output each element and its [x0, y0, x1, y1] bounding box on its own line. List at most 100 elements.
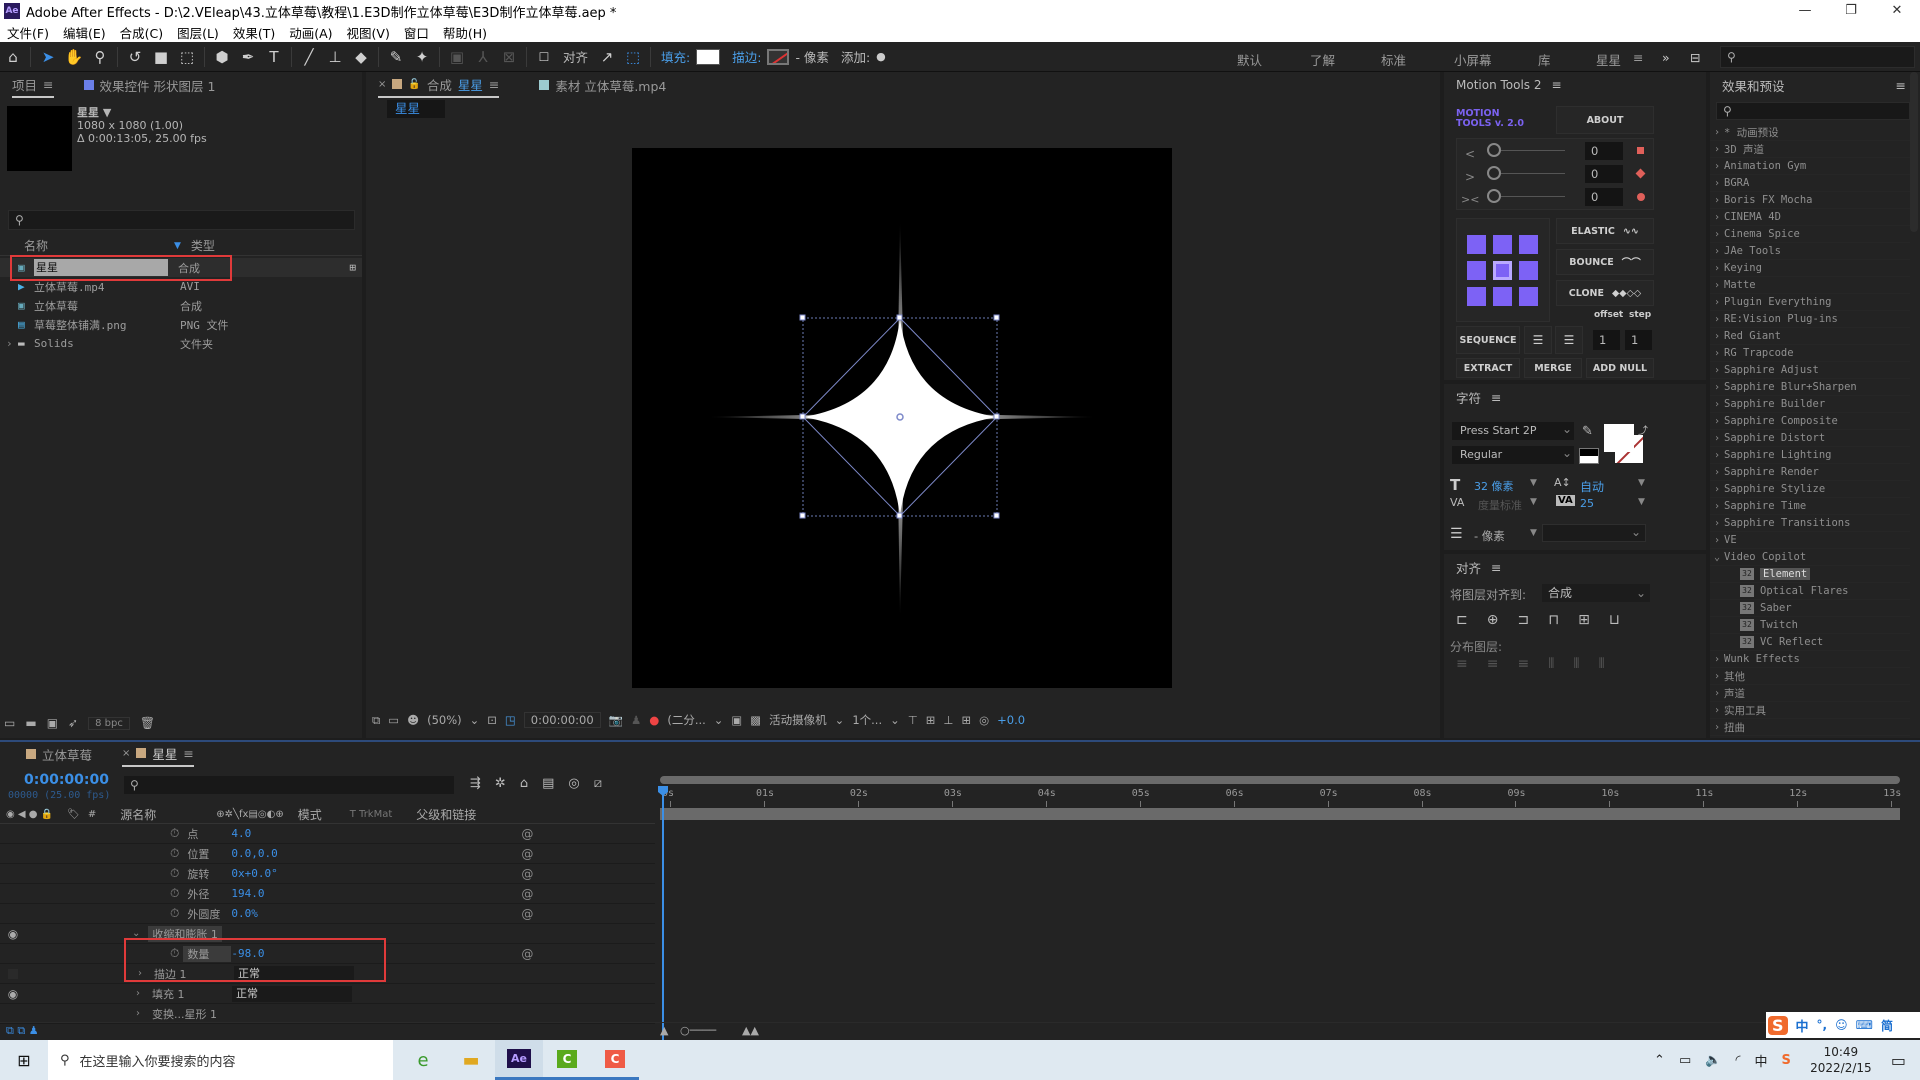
- project-item[interactable]: ▣ 星星 合成 ⊞: [0, 255, 362, 281]
- sequence-button[interactable]: SEQUENCE: [1456, 326, 1520, 354]
- rotate-tool-icon[interactable]: ↺: [122, 45, 148, 69]
- file-explorer-icon[interactable]: ▬: [447, 1050, 495, 1071]
- ime-punctuation[interactable]: °,: [1817, 1018, 1828, 1032]
- stroke-width[interactable]: - 像素: [795, 47, 828, 66]
- anchor-center[interactable]: [1493, 261, 1512, 280]
- toggle-pixel-aspect-icon[interactable]: ⊤: [908, 713, 918, 727]
- render-queue-icon[interactable]: ➶: [68, 716, 78, 730]
- expand-chevron-icon[interactable]: ›: [1710, 280, 1724, 291]
- workspace-library[interactable]: 库: [1538, 50, 1551, 69]
- restore-button[interactable]: ❐: [1828, 0, 1874, 22]
- network-icon[interactable]: ◜: [1735, 1053, 1740, 1068]
- black-white-swatch[interactable]: [1579, 448, 1599, 464]
- expand-chevron-icon[interactable]: ›: [1710, 671, 1724, 682]
- comp-breadcrumb[interactable]: 星星: [387, 100, 445, 118]
- timeline-search-input[interactable]: ⚲: [124, 776, 454, 794]
- column-header-name[interactable]: 名称: [24, 237, 174, 254]
- project-item[interactable]: ▣ 立体草莓 合成: [0, 296, 362, 315]
- region-of-interest-icon[interactable]: ◳: [505, 713, 516, 727]
- effect-category[interactable]: › 3D 声道: [1710, 141, 1910, 158]
- menu-effect[interactable]: 效果(T): [226, 23, 282, 42]
- distribute-bottom-icon[interactable]: ≡: [1517, 656, 1529, 672]
- chevron-down-icon[interactable]: ▼: [1638, 478, 1645, 488]
- show-hidden-icons-icon[interactable]: ⌃: [1654, 1053, 1665, 1068]
- expand-chevron-icon[interactable]: ›: [1710, 263, 1724, 274]
- help-search-input[interactable]: ⚲: [1720, 46, 1915, 68]
- panel-menu-icon[interactable]: ≡: [1491, 560, 1501, 575]
- slider-handle[interactable]: [1487, 189, 1501, 203]
- chevron-down-icon[interactable]: ⌄: [835, 713, 845, 727]
- effect-category[interactable]: › * 动画预设: [1710, 124, 1910, 141]
- effect-category[interactable]: ⌄ Video Copilot: [1710, 549, 1910, 566]
- channel-icon[interactable]: ●: [649, 713, 659, 727]
- font-style-select[interactable]: Regular: [1452, 446, 1574, 464]
- effect-category[interactable]: › RG Trapcode: [1710, 345, 1910, 362]
- fast-preview-icon[interactable]: ▣: [731, 713, 742, 727]
- project-item[interactable]: ▤ 草莓整体铺满.png PNG 文件: [0, 315, 362, 334]
- effect-category[interactable]: › 声道: [1710, 685, 1910, 702]
- anchor-bottom-left[interactable]: [1467, 287, 1486, 306]
- exposure-reset-icon[interactable]: ◎: [979, 713, 989, 727]
- distribute-hcenter-icon[interactable]: ⦀: [1573, 656, 1579, 672]
- offset-input[interactable]: 1: [1593, 330, 1620, 350]
- chevron-down-icon[interactable]: ▼: [1530, 478, 1537, 488]
- font-family-select[interactable]: Press Start 2P: [1452, 422, 1574, 440]
- effect-category[interactable]: › VE: [1710, 532, 1910, 549]
- expand-chevron-icon[interactable]: ›: [1710, 484, 1724, 495]
- tab-timeline-comp-active[interactable]: × 星星 ≡: [122, 741, 194, 767]
- expand-chevron-icon[interactable]: ›: [1710, 365, 1724, 376]
- minimize-button[interactable]: —: [1782, 0, 1828, 22]
- comp-flowchart-icon[interactable]: ⊞: [961, 713, 971, 727]
- workspace-small-screen[interactable]: 小屏幕: [1454, 50, 1492, 69]
- expand-chevron-icon[interactable]: ›: [1710, 178, 1724, 189]
- fast-previews-icon[interactable]: ⊞: [926, 713, 936, 727]
- clone-button[interactable]: CLONE ◆◆◇◇: [1556, 280, 1654, 306]
- property-row[interactable]: ⏱ 旋转 0x+0.0° @: [0, 864, 655, 884]
- group-row[interactable]: › 变换...星形 1: [0, 1004, 655, 1024]
- fill-color-swatch[interactable]: [1604, 424, 1634, 452]
- effect-item[interactable]: 32 Optical Flares: [1710, 583, 1910, 600]
- tab-footage[interactable]: 素材 立体草莓.mp4: [539, 72, 666, 98]
- align-top-icon[interactable]: ⊓: [1548, 612, 1559, 628]
- graph-editor-icon[interactable]: ⧄: [594, 776, 602, 791]
- volume-icon[interactable]: 🔈: [1705, 1053, 1721, 1068]
- ime-keyboard-icon[interactable]: ⌨: [1856, 1018, 1873, 1032]
- bit-depth-button[interactable]: 8 bpc: [88, 716, 130, 730]
- notification-center-icon[interactable]: ▭: [1891, 1051, 1906, 1070]
- expand-chevron-icon[interactable]: ›: [1710, 467, 1724, 478]
- panel-menu-icon[interactable]: ≡: [1552, 78, 1562, 92]
- ime-simplified[interactable]: 简: [1881, 1017, 1893, 1034]
- pick-whip-icon[interactable]: @: [521, 947, 533, 961]
- stopwatch-icon[interactable]: ⏱: [170, 846, 179, 861]
- layer-duration-bar[interactable]: [660, 808, 1900, 820]
- blend-mode-select[interactable]: 正常: [232, 985, 352, 1002]
- trash-icon[interactable]: 🗑: [140, 716, 155, 730]
- comp-mini-flowchart-icon[interactable]: ⇶: [470, 776, 481, 791]
- sequence-reverse-icon[interactable]: ☰: [1555, 326, 1583, 354]
- align-to-select[interactable]: 合成 ⌄: [1542, 584, 1650, 602]
- stroke-style-select[interactable]: ⌄: [1542, 524, 1646, 542]
- merge-button[interactable]: MERGE: [1524, 358, 1582, 378]
- property-row[interactable]: ⏱ 外径 194.0 @: [0, 884, 655, 904]
- draft-3d-icon[interactable]: ✲: [495, 776, 506, 791]
- interpret-footage-icon[interactable]: ▭: [4, 716, 15, 730]
- expand-chevron-icon[interactable]: ›: [1710, 331, 1724, 342]
- font-size-value[interactable]: 32 像素: [1474, 478, 1514, 494]
- swap-colors-icon[interactable]: ⤴: [1638, 422, 1648, 437]
- project-search-input[interactable]: ⚲: [8, 210, 355, 230]
- expand-chevron-icon[interactable]: ›: [1710, 416, 1724, 427]
- effects-scrollbar[interactable]: [1910, 72, 1918, 232]
- workspace-default[interactable]: 默认: [1237, 50, 1262, 69]
- menu-animation[interactable]: 动画(A): [282, 23, 339, 42]
- chevron-down-icon[interactable]: ▼: [1638, 497, 1645, 507]
- monitor-icon[interactable]: ▭: [388, 713, 399, 727]
- effect-category[interactable]: › Matte: [1710, 277, 1910, 294]
- slider-track[interactable]: [1501, 150, 1565, 151]
- effect-category[interactable]: › 扭曲: [1710, 719, 1910, 736]
- sogou-tray-icon[interactable]: S: [1782, 1053, 1791, 1068]
- effect-category[interactable]: › Wunk Effects: [1710, 651, 1910, 668]
- leading-value[interactable]: 自动: [1580, 478, 1604, 495]
- effect-category[interactable]: › Boris FX Mocha: [1710, 192, 1910, 209]
- pan-behind-tool-icon[interactable]: ⬚: [174, 45, 200, 69]
- expand-chevron-icon[interactable]: ›: [1710, 399, 1724, 410]
